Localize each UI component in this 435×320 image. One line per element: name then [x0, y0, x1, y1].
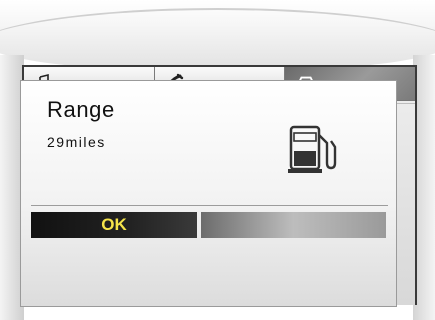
softkey-empty [201, 212, 386, 238]
softkey-bar: OK [21, 212, 396, 238]
fuel-pump-icon [288, 125, 337, 173]
display-bezel: Range 29miles OK [0, 0, 435, 320]
message-title: Range [47, 97, 115, 122]
message-panel: Range 29miles OK [20, 80, 397, 307]
ok-button[interactable]: OK [31, 212, 197, 238]
panel-rule [31, 205, 388, 206]
range-value: 29miles [47, 134, 106, 150]
